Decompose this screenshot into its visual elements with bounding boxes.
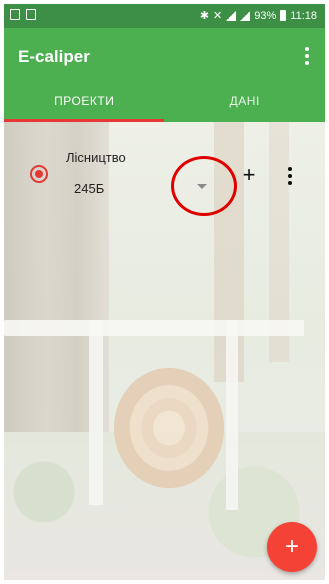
tab-data-label: ДАНІ xyxy=(229,94,260,108)
background-log xyxy=(114,368,224,488)
app-title: E-caliper xyxy=(18,47,90,66)
projects-content: Лісництво 245Б + xyxy=(4,122,325,580)
mute-icon: ✕ xyxy=(213,10,223,22)
notification-icons xyxy=(10,9,36,20)
add-project-fab[interactable]: + xyxy=(267,522,317,572)
phone-screen: ✱ ✕ 93% 11:18 E-caliper ПРОЕКТИ ДАНІ Ліс… xyxy=(4,4,325,580)
dot xyxy=(288,167,292,171)
project-more-icon[interactable] xyxy=(284,166,296,186)
arrow-drop-down-icon xyxy=(197,184,207,189)
more-vert-icon[interactable] xyxy=(297,43,317,71)
project-radio-button[interactable] xyxy=(30,165,48,183)
clock: 11:18 xyxy=(290,9,317,22)
tab-projects-label: ПРОЕКТИ xyxy=(54,94,115,108)
project-name: Лісництво xyxy=(66,150,126,165)
signal-2-icon xyxy=(240,10,251,21)
battery-icon xyxy=(280,10,287,21)
app-bar: E-caliper xyxy=(4,28,325,86)
dot xyxy=(305,61,309,65)
dropdown-button[interactable] xyxy=(192,176,212,196)
project-spinner-value[interactable]: 245Б xyxy=(74,181,104,196)
dot xyxy=(288,181,292,185)
dot xyxy=(305,47,309,51)
background-caliper-jaw xyxy=(89,320,103,505)
gallery-notification-icon xyxy=(10,9,20,20)
signal-icon xyxy=(226,10,237,21)
background-caliper-jaw xyxy=(226,320,238,510)
dot xyxy=(305,54,309,58)
background-caliper-bar xyxy=(4,320,304,336)
bluetooth-icon: ✱ xyxy=(199,10,210,22)
battery-percent: 93% xyxy=(254,9,277,22)
tab-data[interactable]: ДАНІ xyxy=(165,86,326,122)
message-notification-icon xyxy=(26,9,36,20)
tab-bar: ПРОЕКТИ ДАНІ xyxy=(4,86,325,122)
status-indicators: ✱ ✕ 93% 11:18 xyxy=(199,9,317,23)
radio-checked-icon xyxy=(35,170,43,178)
dot xyxy=(288,174,292,178)
add-item-button[interactable]: + xyxy=(239,164,259,186)
tab-projects[interactable]: ПРОЕКТИ xyxy=(4,86,165,122)
status-bar: ✱ ✕ 93% 11:18 xyxy=(4,4,325,28)
